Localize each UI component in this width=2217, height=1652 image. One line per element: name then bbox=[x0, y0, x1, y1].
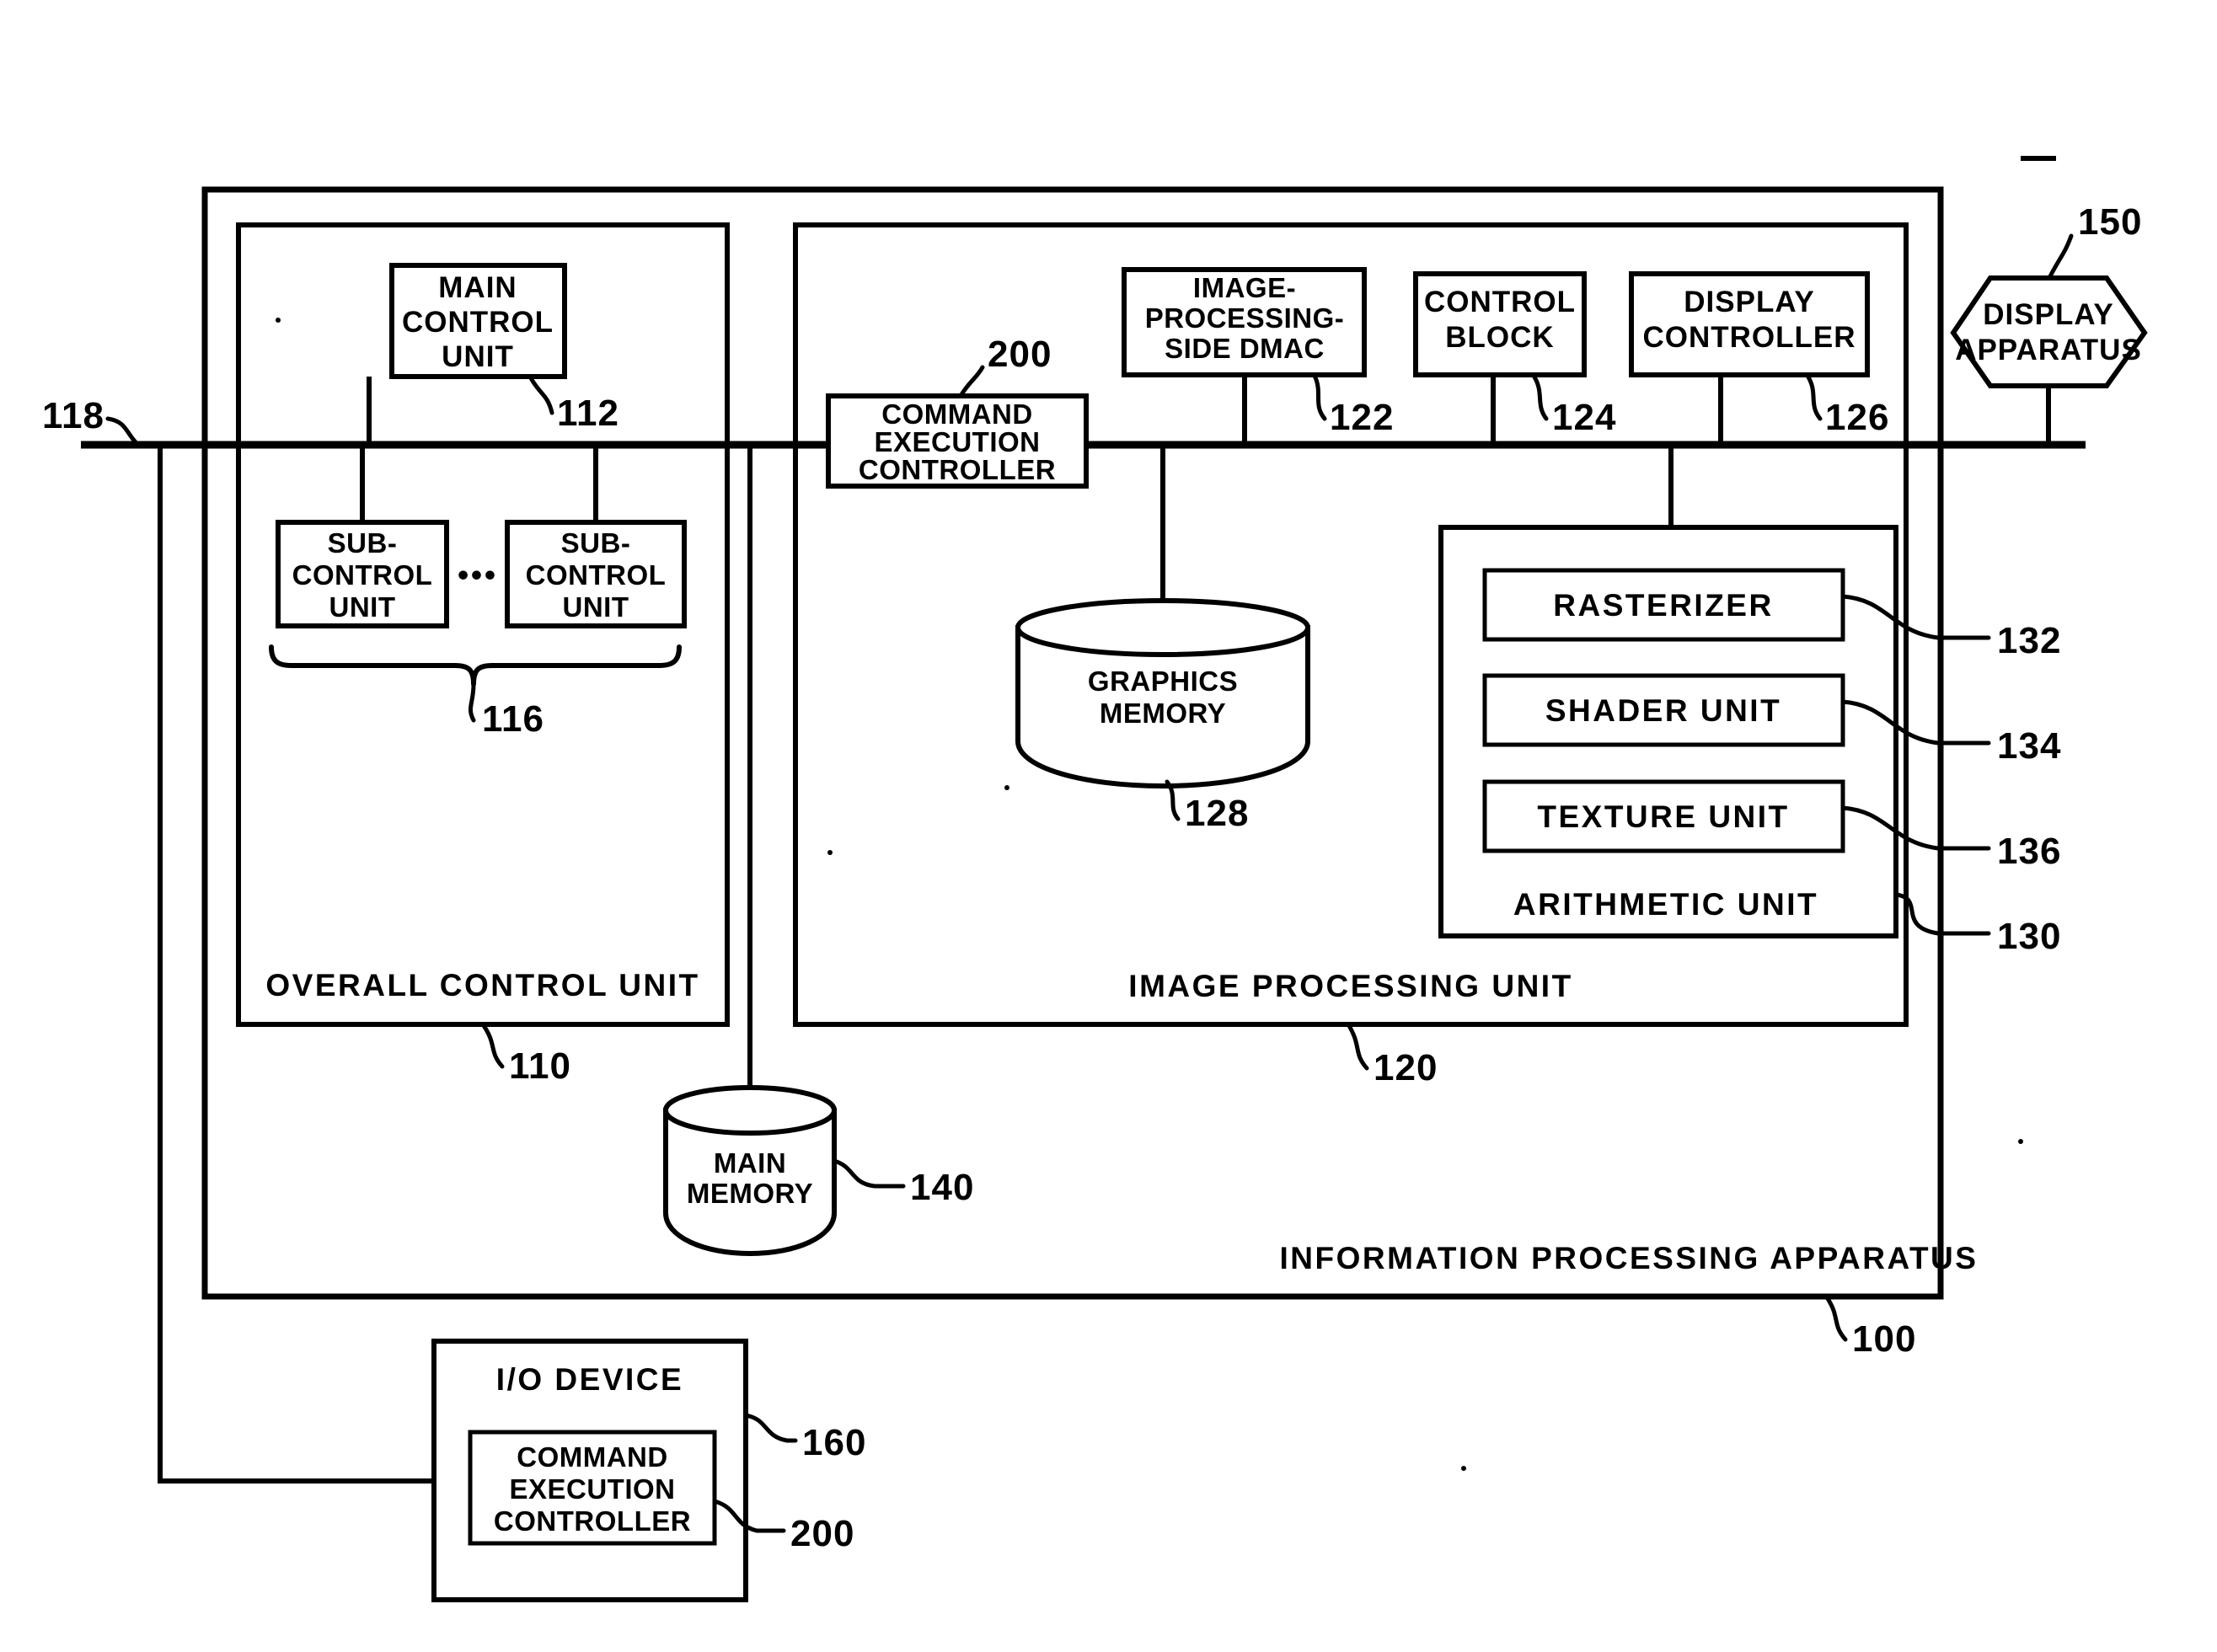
figure-root: 118 MAIN CONTROL UNIT 112 SUB- CONTROL U… bbox=[0, 0, 2217, 1652]
patent-figure-svg: 118 MAIN CONTROL UNIT 112 SUB- CONTROL U… bbox=[42, 156, 2148, 1602]
dmac-label-line1: IMAGE- bbox=[1193, 272, 1296, 303]
scan-speck-3 bbox=[1461, 1466, 1466, 1471]
display-apparatus-hexagon[interactable] bbox=[1950, 275, 2148, 388]
io-device-ref-label: 160 bbox=[802, 1422, 866, 1463]
display-apparatus-label-line2: APPARATUS bbox=[1955, 334, 2142, 366]
arithmetic-unit-label: ARITHMETIC UNIT bbox=[1513, 887, 1818, 922]
io-command-execution-controller-label-line3: CONTROLLER bbox=[494, 1505, 691, 1537]
sub-control-unit-left-label-line3: UNIT bbox=[329, 591, 396, 623]
main-control-unit-label-line1: MAIN bbox=[438, 271, 517, 304]
overall-control-unit-label: OVERALL CONTROL UNIT bbox=[265, 968, 699, 1002]
graphics-memory-label-line1: GRAPHICS bbox=[1088, 666, 1238, 697]
sub-control-unit-group-brace bbox=[269, 644, 682, 687]
io-command-execution-controller-label-line1: COMMAND bbox=[517, 1441, 667, 1473]
display-controller-ref-leader bbox=[1805, 373, 1823, 421]
dmac-label-line2: PROCESSING- bbox=[1145, 302, 1345, 334]
graphics-memory-ref-label: 128 bbox=[1185, 793, 1249, 834]
display-controller-label-line2: CONTROLLER bbox=[1642, 321, 1856, 354]
texture-unit-label: TEXTURE UNIT bbox=[1537, 799, 1789, 834]
scan-speck-5 bbox=[1004, 785, 1009, 790]
command-execution-controller-label-line1: COMMAND bbox=[881, 398, 1032, 430]
io-device-ref-leader bbox=[743, 1413, 798, 1443]
image-processing-unit-label: IMAGE PROCESSING UNIT bbox=[1128, 969, 1572, 1003]
display-apparatus-ref-label: 150 bbox=[2078, 201, 2142, 243]
overall-control-unit-ref-label: 110 bbox=[509, 1045, 571, 1087]
rasterizer-label: RASTERIZER bbox=[1553, 588, 1773, 623]
main-control-unit-label-line3: UNIT bbox=[442, 340, 514, 373]
control-block-ref-leader bbox=[1531, 373, 1549, 421]
shader-unit-ref-label: 134 bbox=[1997, 725, 2061, 767]
scan-speck-4 bbox=[2018, 1139, 2023, 1144]
information-processing-apparatus-ref-label: 100 bbox=[1852, 1318, 1916, 1360]
main-memory-label-line1: MAIN bbox=[714, 1147, 786, 1179]
overall-control-unit-ref-leader bbox=[480, 1022, 505, 1069]
dmac-ref-leader bbox=[1312, 373, 1327, 421]
command-execution-controller-ref-leader bbox=[958, 365, 985, 398]
rasterizer-ref-label: 132 bbox=[1997, 620, 2061, 661]
dmac-label-line3: SIDE DMAC bbox=[1165, 333, 1325, 364]
sub-control-unit-left-label-line2: CONTROL bbox=[292, 559, 433, 591]
graphics-memory-label-line2: MEMORY bbox=[1100, 698, 1226, 729]
bus-ref-leader bbox=[105, 416, 140, 446]
command-execution-controller-label-line2: EXECUTION bbox=[874, 426, 1040, 457]
control-block-label-line2: BLOCK bbox=[1445, 321, 1554, 354]
display-controller-label-line1: DISPLAY bbox=[1684, 286, 1814, 318]
sub-control-unit-right-label-line3: UNIT bbox=[563, 591, 629, 623]
display-apparatus-label-line1: DISPLAY bbox=[1983, 298, 2113, 331]
image-processing-unit-ref-leader bbox=[1346, 1022, 1369, 1071]
command-execution-controller-label-line3: CONTROLLER bbox=[859, 454, 1056, 485]
main-memory-ref-label: 140 bbox=[910, 1167, 974, 1208]
command-execution-controller-ref-label: 200 bbox=[988, 334, 1052, 375]
information-processing-apparatus-ref-leader bbox=[1824, 1295, 1848, 1342]
io-command-execution-controller-ref-label: 200 bbox=[790, 1513, 854, 1554]
sub-control-unit-group-ref-label: 116 bbox=[482, 698, 544, 740]
main-control-unit-ref-label: 112 bbox=[557, 393, 619, 434]
main-memory-ref-leader bbox=[832, 1158, 906, 1189]
io-device-label: I/O DEVICE bbox=[496, 1362, 683, 1397]
io-command-execution-controller-label-line2: EXECUTION bbox=[509, 1473, 675, 1505]
display-apparatus-ref-leader bbox=[2047, 233, 2074, 281]
image-processing-unit-ref-label: 120 bbox=[1374, 1047, 1438, 1088]
bus-ref-label: 118 bbox=[42, 395, 104, 436]
control-block-label-line1: CONTROL bbox=[1424, 286, 1576, 318]
main-control-unit-ref-leader bbox=[527, 374, 554, 415]
dmac-ref-label: 122 bbox=[1330, 397, 1394, 438]
scan-speck-2 bbox=[827, 850, 833, 855]
control-block-ref-label: 124 bbox=[1552, 397, 1616, 438]
main-memory-label-line2: MEMORY bbox=[687, 1178, 813, 1209]
information-processing-apparatus-label: INFORMATION PROCESSING APPARATUS bbox=[1280, 1241, 1979, 1275]
main-control-unit-label-line2: CONTROL bbox=[402, 306, 554, 339]
arithmetic-unit-ref-label: 130 bbox=[1997, 916, 2061, 957]
display-controller-ref-label: 126 bbox=[1825, 397, 1889, 438]
sub-control-unit-group-ref-leader bbox=[468, 682, 476, 723]
shader-unit-label: SHADER UNIT bbox=[1545, 693, 1781, 728]
sub-control-unit-left-label-line1: SUB- bbox=[328, 527, 398, 559]
sub-control-unit-ellipsis: ••• bbox=[458, 558, 498, 592]
sub-control-unit-right-label-line2: CONTROL bbox=[526, 559, 667, 591]
sub-control-unit-right-label-line1: SUB- bbox=[561, 527, 631, 559]
scan-speck-1 bbox=[276, 318, 281, 323]
texture-unit-ref-label: 136 bbox=[1997, 831, 2061, 872]
